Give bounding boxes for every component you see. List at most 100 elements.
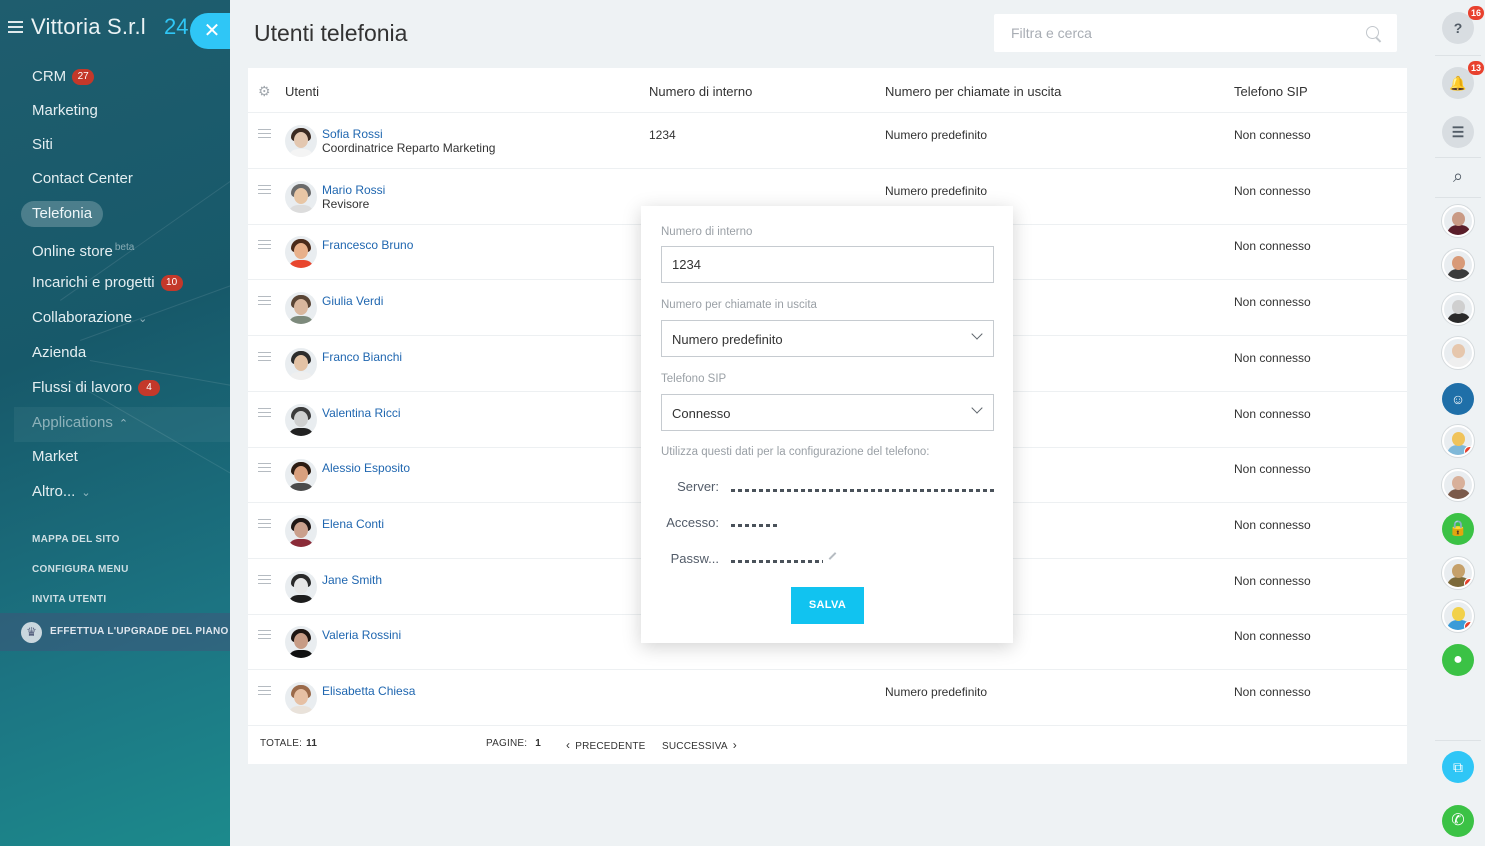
- contact-avatar[interactable]: [1442, 249, 1474, 281]
- sidebar-item-marketing[interactable]: Marketing: [21, 98, 109, 124]
- internal-number-input[interactable]: [662, 247, 993, 282]
- internal-number-cell[interactable]: 1234: [649, 128, 676, 142]
- avatar[interactable]: [285, 514, 317, 547]
- sidebar-item-telefonia[interactable]: Telefonia: [21, 201, 104, 227]
- sidebar-item-collaborazione[interactable]: Collaborazione ⌄: [21, 305, 158, 331]
- sip-status-cell[interactable]: Non connesso: [1234, 295, 1311, 309]
- save-button[interactable]: SALVA: [791, 587, 864, 624]
- sidebar-item-altro[interactable]: Altro... ⌄: [21, 479, 102, 505]
- sitemap-link[interactable]: MAPPA DEL SITO: [32, 534, 120, 545]
- contact-avatar[interactable]: [1442, 205, 1474, 237]
- sip-status-cell[interactable]: Non connesso: [1234, 128, 1311, 142]
- column-header-internal-number[interactable]: Numero di interno: [649, 84, 752, 99]
- user-name-link[interactable]: Alessio Esposito: [322, 461, 410, 475]
- phone-icon[interactable]: ✆: [1442, 805, 1474, 837]
- sidebar-item-online-store[interactable]: Online store beta: [21, 235, 145, 261]
- sidebar-item-siti[interactable]: Siti: [21, 132, 64, 158]
- avatar[interactable]: [285, 626, 317, 659]
- contact-avatar[interactable]: [1442, 557, 1474, 589]
- user-name-link[interactable]: Valentina Ricci: [322, 406, 400, 420]
- sidebar-item-crm[interactable]: CRM 27: [21, 64, 105, 90]
- user-name-link[interactable]: Francesco Bruno: [322, 238, 413, 252]
- drag-handle-icon[interactable]: [258, 129, 271, 138]
- chat-icon[interactable]: ☰: [1442, 116, 1474, 148]
- password-value[interactable]: [731, 560, 994, 564]
- sip-status-cell[interactable]: Non connesso: [1234, 629, 1311, 643]
- sip-status-cell[interactable]: Non connesso: [1234, 351, 1311, 365]
- avatar[interactable]: [285, 570, 317, 603]
- drag-handle-icon[interactable]: [258, 630, 271, 640]
- drag-handle-icon[interactable]: [258, 463, 271, 473]
- screen-share-icon[interactable]: ⧉: [1442, 751, 1474, 783]
- drag-handle-icon[interactable]: [258, 518, 271, 528]
- drag-handle-icon[interactable]: [258, 351, 271, 361]
- sip-status-cell[interactable]: Non connesso: [1234, 462, 1311, 476]
- help-icon[interactable]: ? 16: [1442, 6, 1484, 44]
- server-value[interactable]: [731, 489, 994, 493]
- sidebar-item-tasks[interactable]: Incarichi e progetti 10: [21, 270, 194, 296]
- drag-handle-icon[interactable]: [258, 296, 271, 306]
- login-value[interactable]: [731, 524, 994, 528]
- user-name-link[interactable]: Elena Conti: [322, 517, 384, 531]
- outgoing-number-cell[interactable]: Numero predefinito: [885, 128, 987, 142]
- avatar[interactable]: [285, 403, 317, 436]
- avatar[interactable]: [285, 347, 317, 380]
- contact-avatar[interactable]: [1442, 425, 1474, 457]
- sidebar-item-contact-center[interactable]: Contact Center: [21, 166, 144, 192]
- company-name[interactable]: Vittoria S.r.l: [31, 14, 146, 40]
- user-name-link[interactable]: Elisabetta Chiesa: [322, 684, 415, 698]
- avatar[interactable]: [285, 125, 317, 157]
- sip-phone-select[interactable]: Connesso: [661, 394, 994, 431]
- sidebar-item-workflows[interactable]: Flussi di lavoro 4: [21, 375, 171, 401]
- bell-icon[interactable]: 🔔 13: [1442, 61, 1484, 99]
- outgoing-number-select[interactable]: Numero predefinito: [661, 320, 994, 357]
- lock-icon[interactable]: 🔒: [1442, 513, 1474, 545]
- gear-icon[interactable]: ⚙: [258, 83, 271, 100]
- drag-handle-icon[interactable]: [258, 240, 271, 250]
- upgrade-plan-button[interactable]: ♛ EFFETTUA L'UPGRADE DEL PIANO: [0, 613, 230, 651]
- next-page-button[interactable]: SUCCESSIVA ›: [662, 738, 737, 752]
- contact-avatar[interactable]: [1442, 469, 1474, 501]
- contact-avatar[interactable]: [1442, 293, 1474, 325]
- contact-avatar[interactable]: [1442, 600, 1474, 632]
- drag-handle-icon[interactable]: [258, 407, 271, 417]
- user-name-link[interactable]: Giulia Verdi: [322, 294, 383, 308]
- close-icon[interactable]: ✕: [190, 13, 230, 49]
- user-icon[interactable]: ●: [1442, 644, 1474, 676]
- search-icon[interactable]: [1366, 26, 1379, 39]
- avatar[interactable]: [285, 180, 317, 213]
- sip-status-cell[interactable]: Non connesso: [1234, 184, 1311, 198]
- sip-status-cell[interactable]: Non connesso: [1234, 518, 1311, 532]
- sidebar-item-applications[interactable]: Applications ⌃: [21, 410, 139, 436]
- user-name-link[interactable]: Jane Smith: [322, 573, 382, 587]
- search-box[interactable]: [994, 14, 1397, 52]
- user-name-link[interactable]: Sofia Rossi: [322, 127, 383, 141]
- drag-handle-icon[interactable]: [258, 574, 271, 584]
- internal-number-field[interactable]: [661, 246, 994, 283]
- sip-status-cell[interactable]: Non connesso: [1234, 574, 1311, 588]
- search-input[interactable]: [994, 14, 1354, 52]
- outgoing-number-cell[interactable]: Numero predefinito: [885, 685, 987, 699]
- user-name-link[interactable]: Valeria Rossini: [322, 628, 401, 642]
- user-name-link[interactable]: Mario Rossi: [322, 183, 385, 197]
- drag-handle-icon[interactable]: [258, 184, 271, 194]
- avatar[interactable]: [285, 236, 317, 269]
- avatar[interactable]: [285, 459, 317, 492]
- sip-status-cell[interactable]: Non connesso: [1234, 685, 1311, 699]
- menu-icon[interactable]: [8, 21, 23, 33]
- sidebar-item-azienda[interactable]: Azienda: [21, 340, 97, 366]
- configure-menu-link[interactable]: CONFIGURA MENU: [32, 564, 129, 575]
- column-header-users[interactable]: Utenti: [285, 84, 319, 99]
- drag-handle-icon[interactable]: [258, 686, 271, 695]
- invite-users-link[interactable]: INVITA UTENTI: [32, 594, 106, 605]
- sip-status-cell[interactable]: Non connesso: [1234, 407, 1311, 421]
- sip-status-cell[interactable]: Non connesso: [1234, 239, 1311, 253]
- outgoing-number-cell[interactable]: Numero predefinito: [885, 184, 987, 198]
- contact-avatar[interactable]: [1442, 337, 1474, 369]
- column-header-outgoing-number[interactable]: Numero per chiamate in uscita: [885, 84, 1061, 99]
- avatar[interactable]: [285, 292, 317, 325]
- search-icon[interactable]: ⌕: [1442, 160, 1474, 192]
- sidebar-item-market[interactable]: Market: [21, 444, 89, 470]
- column-header-sip-phone[interactable]: Telefono SIP: [1234, 84, 1308, 99]
- edit-pencil-icon[interactable]: [828, 552, 837, 560]
